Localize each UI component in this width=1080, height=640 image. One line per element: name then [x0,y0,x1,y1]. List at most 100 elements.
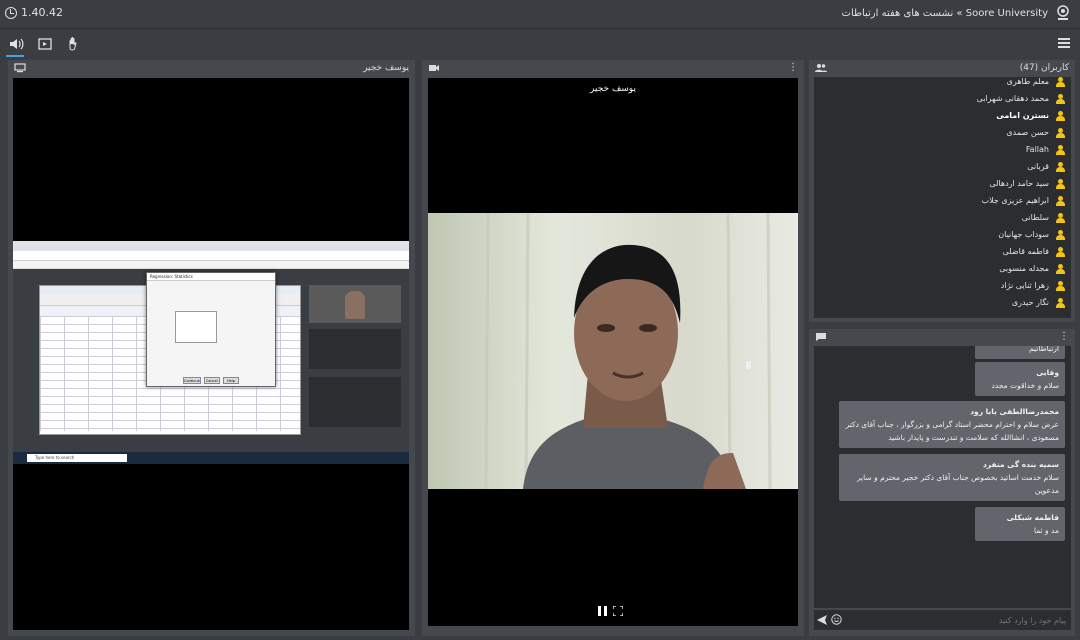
user-icon [1055,247,1065,257]
chat-panel: ⋮ ارتباطاتیم وفایی سلام و خداقوت مجدد محمدر… [809,329,1075,636]
clock-icon [5,6,17,19]
chat-text: مد و ثما [1033,526,1059,535]
video-caption: یوسف خجیر [590,84,636,94]
dialog-listbox [175,311,217,343]
screen-share-panel: یوسف خجیر Regression: Statistics Continu… [8,60,415,636]
user-item[interactable]: سلطانی [814,210,1071,227]
user-name: سوداب جهانیان [998,230,1049,239]
inner-user-list [309,329,401,369]
user-item[interactable]: مجدله منسوبی [814,261,1071,278]
shared-screen: Regression: Statistics Continue Cancel H… [13,78,409,630]
user-icon [1055,230,1065,240]
chat-text: عرض سلام و احترام محضر استاد گرامی و بزر… [845,420,1059,442]
browser-tabs [13,241,409,251]
user-item[interactable]: ابراهیم عزیزی جلاب [814,193,1071,210]
user-icon [1055,145,1065,155]
chat-message: فاطمه شبکلی مد و ثما [975,507,1065,541]
chat-messages: ارتباطاتیم وفایی سلام و خداقوت مجدد محمدرضا… [814,346,1071,608]
raise-hand-icon[interactable] [66,36,82,52]
user-icon [1055,281,1065,291]
send-icon[interactable] [817,615,828,625]
user-name: نگار حیدری [1011,298,1049,307]
screen-panel-title: یوسف خجیر [363,63,409,73]
video-panel: ⋮ یوسف خجیر [422,60,804,636]
chat-sender: فاطمه شبکلی [1006,513,1059,522]
user-item[interactable]: معلم طاهری [814,77,1071,91]
speaker-icon[interactable] [6,36,24,57]
user-name: زهرا ثنایی نژاد [1000,281,1049,290]
chat-message: سمیه بنده گی منفرد سلام خدمت اساتید بخصوص… [839,454,1065,501]
continue-button[interactable]: Continue [183,377,201,384]
user-name: معلم طاهری [1006,77,1049,86]
screen-panel-header: یوسف خجیر [8,60,415,76]
regression-dialog: Regression: Statistics Continue Cancel H… [146,272,276,387]
user-icon [1055,179,1065,189]
user-icon [1055,264,1065,274]
camera-icon [429,65,439,71]
inner-meeting: Regression: Statistics Continue Cancel H… [13,269,409,452]
chat-icon [816,333,826,341]
university-logo [1057,5,1069,20]
chat-input[interactable] [846,612,1066,628]
video-controls [598,606,628,618]
chat-text: ارتباطاتیم [1029,346,1059,353]
chat-sender: سمیه بنده گی منفرد [982,460,1059,469]
chat-message: محمدرضاالطفی بابا رود عرض سلام و احترام م… [839,401,1065,448]
chat-input-bar [814,610,1071,630]
video-options-icon[interactable]: ⋮ [788,62,798,73]
screen-share-icon[interactable] [37,36,53,52]
hamburger-icon[interactable] [1058,38,1070,48]
chat-sender: محمدرضاالطفی بابا رود [970,407,1059,416]
emoji-icon[interactable] [831,614,842,625]
user-item[interactable]: محمد دهقانی شهرابی [814,91,1071,108]
user-name: فاطمه قاضلی [1002,247,1049,256]
user-icon [1055,77,1065,87]
timer-text: 1.40.42 [21,6,63,19]
user-item[interactable]: سوداب جهانیان [814,227,1071,244]
speaker-video-frame [428,213,798,489]
dialog-buttons: Continue Cancel Help [183,377,239,384]
chat-message: وفایی سلام و خداقوت مجدد [975,362,1065,396]
video-panel-header: ⋮ [422,60,804,76]
users-panel: کاربران (47) معلم طاهری محمد دهقانی شهراب… [809,60,1075,322]
chat-panel-header: ⋮ [809,329,1075,345]
user-item[interactable]: زهرا ثنایی نژاد [814,278,1071,295]
toolbar [0,29,1080,60]
user-item[interactable]: حسن صمدی [814,125,1071,142]
user-item[interactable]: نسترن امامی [814,108,1071,125]
user-icon [1055,213,1065,223]
browser-address-bar [13,251,409,261]
user-name: Fallah [1025,145,1049,154]
user-name: قربانی [1027,162,1049,171]
user-name: حسن صمدی [1006,128,1049,137]
inner-video-thumb [309,285,401,323]
users-panel-title: کاربران (47) [1019,63,1069,73]
shared-desktop: Regression: Statistics Continue Cancel H… [13,241,409,464]
user-icon [1055,128,1065,138]
pause-icon[interactable] [598,606,607,616]
dialog-title: Regression: Statistics [147,273,275,281]
webcam-video: یوسف خجیر [428,78,798,626]
user-icon [1055,111,1065,121]
cancel-button[interactable]: Cancel [203,377,220,384]
user-icon [1055,298,1065,308]
user-icon [1055,94,1065,104]
taskbar-search: Type here to search [27,454,127,462]
user-item[interactable]: فاطمه قاضلی [814,244,1071,261]
user-item[interactable]: نگار حیدری [814,295,1071,312]
inner-chat [309,377,401,427]
user-icon [1055,196,1065,206]
users-list: معلم طاهری محمد دهقانی شهرابی نسترن امامی ح… [814,77,1071,318]
chat-text: سلام و خداقوت مجدد [991,381,1060,390]
fullscreen-icon[interactable] [613,606,623,616]
user-item[interactable]: سید حامد اردهالی [814,176,1071,193]
chat-options-icon[interactable]: ⋮ [1059,331,1069,342]
monitor-icon [14,63,26,73]
user-item[interactable]: Fallah [814,142,1071,159]
inner-person [345,291,365,319]
help-button[interactable]: Help [222,377,239,384]
top-bar: 1.40.42 Soore University » نشست های هفته… [0,0,1080,29]
users-panel-header: کاربران (47) [809,60,1075,76]
user-item[interactable]: قربانی [814,159,1071,176]
windows-taskbar: Type here to search [13,452,409,464]
